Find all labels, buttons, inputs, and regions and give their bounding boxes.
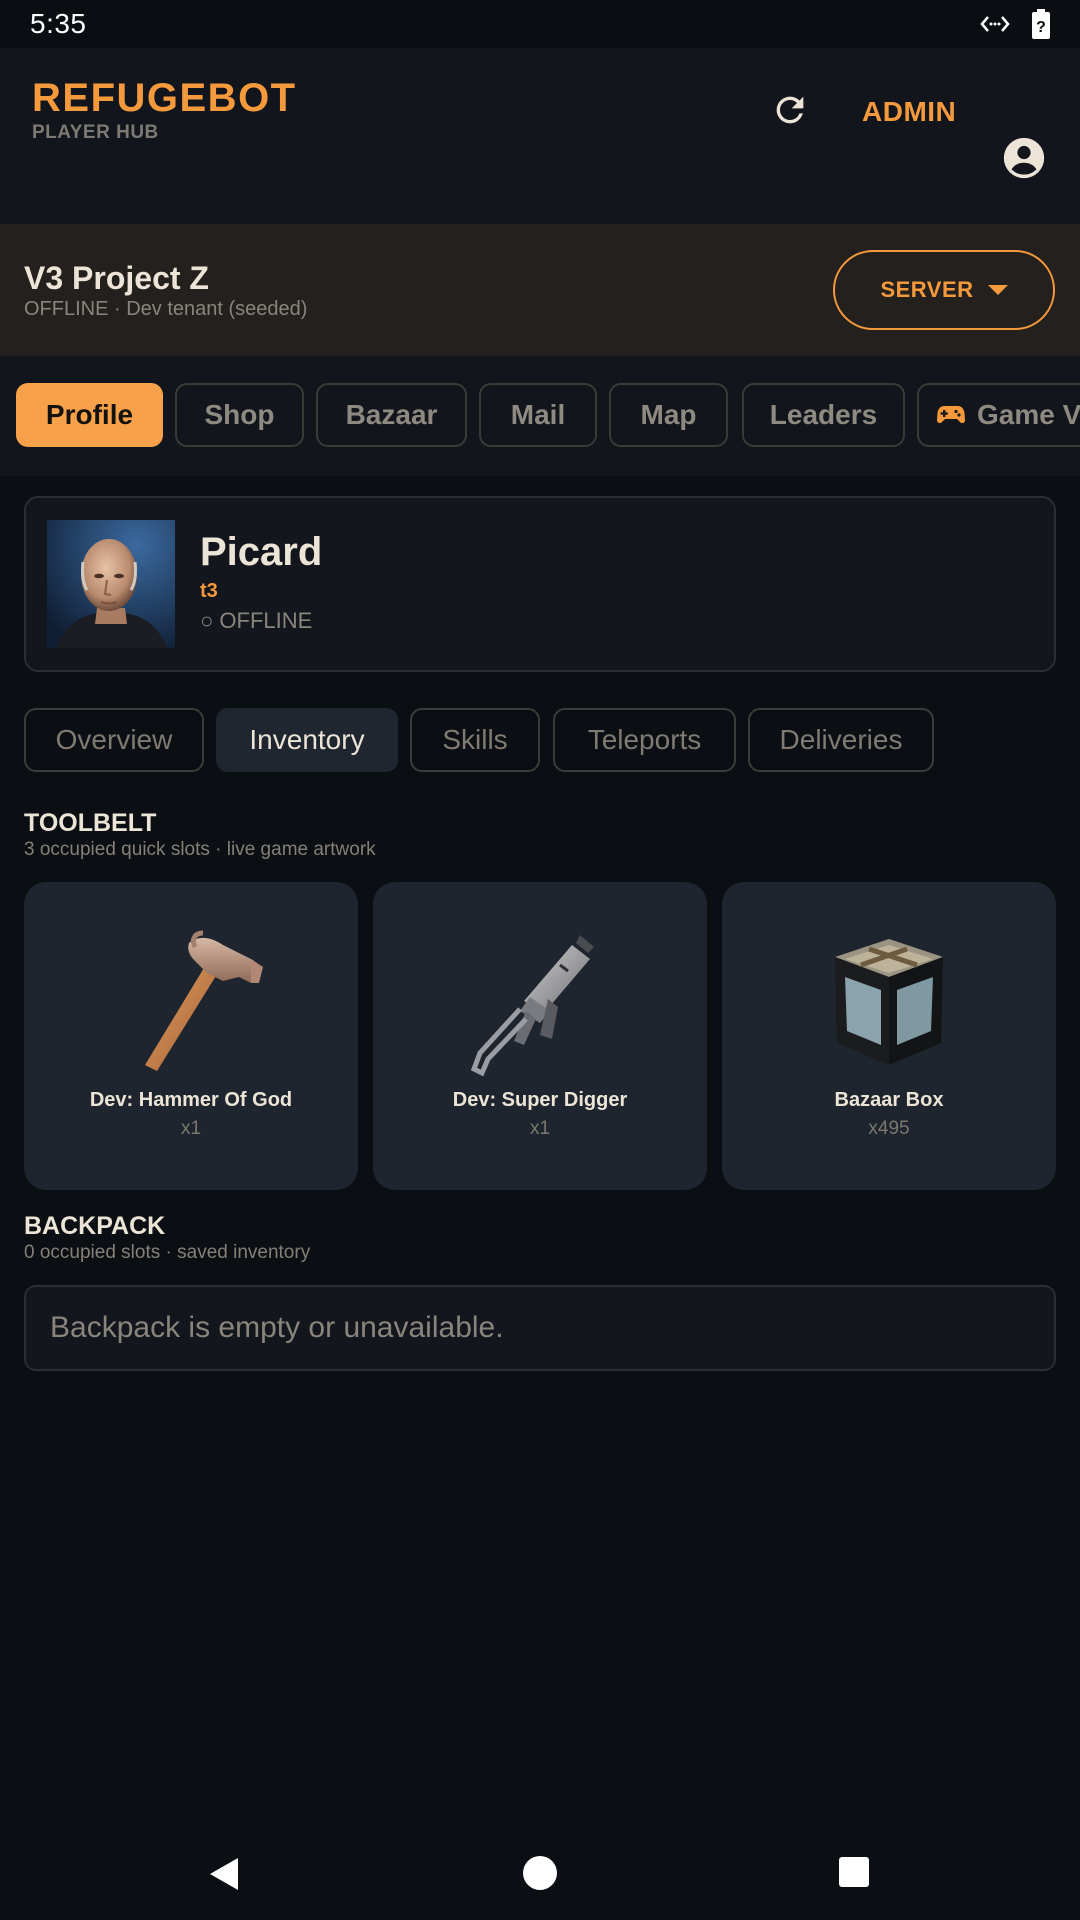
empty-message: Backpack is empty or unavailable. <box>50 1311 504 1344</box>
refresh-button[interactable] <box>768 88 812 132</box>
admin-button[interactable]: ADMIN <box>862 96 956 128</box>
item-art <box>24 922 358 1082</box>
backpack-empty-state: Backpack is empty or unavailable. <box>24 1285 1056 1371</box>
server-select-button[interactable]: SERVER <box>833 250 1055 330</box>
tab-label: Game V <box>977 399 1080 430</box>
tab-leaders[interactable]: Leaders <box>742 383 905 447</box>
tab-label: Bazaar <box>345 399 438 430</box>
subtab-label: Inventory <box>249 724 365 755</box>
item-quantity: x1 <box>529 1118 551 1139</box>
item-name: Dev: Hammer Of God <box>89 1089 293 1111</box>
toolbelt-subtitle: 3 occupied quick slots · live game artwo… <box>24 839 376 860</box>
backpack-title: BACKPACK <box>24 1212 166 1240</box>
toolbelt-title: TOOLBELT <box>24 809 157 837</box>
item-quantity: x495 <box>868 1118 910 1139</box>
tab-profile[interactable]: Profile <box>16 383 163 447</box>
app-subtitle: PLAYER HUB <box>32 122 159 143</box>
player-name: Picard <box>200 530 323 574</box>
toolbelt-slot-3[interactable]: Bazaar Box x495 <box>722 882 1056 1190</box>
tab-label: Map <box>640 399 697 430</box>
server-button-label: SERVER <box>880 277 974 302</box>
hammer-icon <box>145 930 263 1071</box>
tab-label: Profile <box>45 399 134 430</box>
tab-label: Shop <box>204 399 275 430</box>
tab-bazaar[interactable]: Bazaar <box>316 383 467 447</box>
tab-map[interactable]: Map <box>609 383 728 447</box>
system-nav-bar <box>0 1820 1080 1920</box>
item-name: Dev: Super Digger <box>452 1089 628 1111</box>
tab-label: Mail <box>510 399 566 430</box>
app-title: REFUGEBOT <box>32 76 297 120</box>
avatar-portrait <box>47 520 175 648</box>
main-nav: Profile Shop Bazaar Mail Map Leaders Gam… <box>0 356 1080 476</box>
server-name: V3 Project Z <box>24 260 209 296</box>
toolbelt-slot-2[interactable]: Dev: Super Digger x1 <box>373 882 707 1190</box>
subtab-label: Skills <box>442 724 508 755</box>
tab-label: Leaders <box>769 399 878 430</box>
server-status: OFFLINE · Dev tenant (seeded) <box>24 298 308 320</box>
battery-unknown-icon: ? <box>1032 9 1050 39</box>
avatar <box>47 520 175 648</box>
subtab-inventory[interactable]: Inventory <box>216 708 398 772</box>
profile-card <box>24 496 1056 672</box>
player-tag: t3 <box>200 580 218 602</box>
subtab-label: Overview <box>55 724 173 755</box>
item-name: Bazaar Box <box>834 1089 944 1111</box>
status-icons: ? <box>980 9 1050 39</box>
tab-mail[interactable]: Mail <box>479 383 597 447</box>
subtab-label: Deliveries <box>779 724 903 755</box>
status-time: 5:35 <box>30 8 87 39</box>
chevron-down-icon <box>987 285 1008 295</box>
account-circle-icon[interactable] <box>1002 136 1046 180</box>
subtab-label: Teleports <box>587 724 702 755</box>
backpack-subtitle: 0 occupied slots · saved inventory <box>24 1242 311 1263</box>
subtab-skills[interactable]: Skills <box>410 708 540 772</box>
subtab-deliveries[interactable]: Deliveries <box>748 708 934 772</box>
subtab-teleports[interactable]: Teleports <box>553 708 736 772</box>
recents-icon[interactable] <box>839 1857 869 1887</box>
smg-icon <box>470 935 594 1077</box>
brand: REFUGEBOT PLAYER HUB <box>32 76 297 144</box>
status-bar: 5:35 ? <box>0 0 1080 48</box>
gamepad-icon <box>937 406 965 424</box>
item-quantity: x1 <box>180 1118 202 1139</box>
tab-shop[interactable]: Shop <box>175 383 304 447</box>
item-art <box>722 922 1056 1082</box>
player-status: ○ OFFLINE <box>200 608 313 633</box>
home-icon[interactable] <box>523 1856 557 1890</box>
tab-game-view[interactable]: Game V <box>917 383 1080 447</box>
code-brackets-icon <box>980 16 1010 32</box>
crate-icon <box>835 939 943 1065</box>
toolbelt-slot-1[interactable]: Dev: Hammer Of God x1 <box>24 882 358 1190</box>
back-icon[interactable] <box>208 1856 240 1892</box>
item-art <box>373 922 707 1082</box>
subtab-overview[interactable]: Overview <box>24 708 204 772</box>
svg-text:?: ? <box>1036 19 1046 36</box>
refresh-icon <box>776 96 804 124</box>
